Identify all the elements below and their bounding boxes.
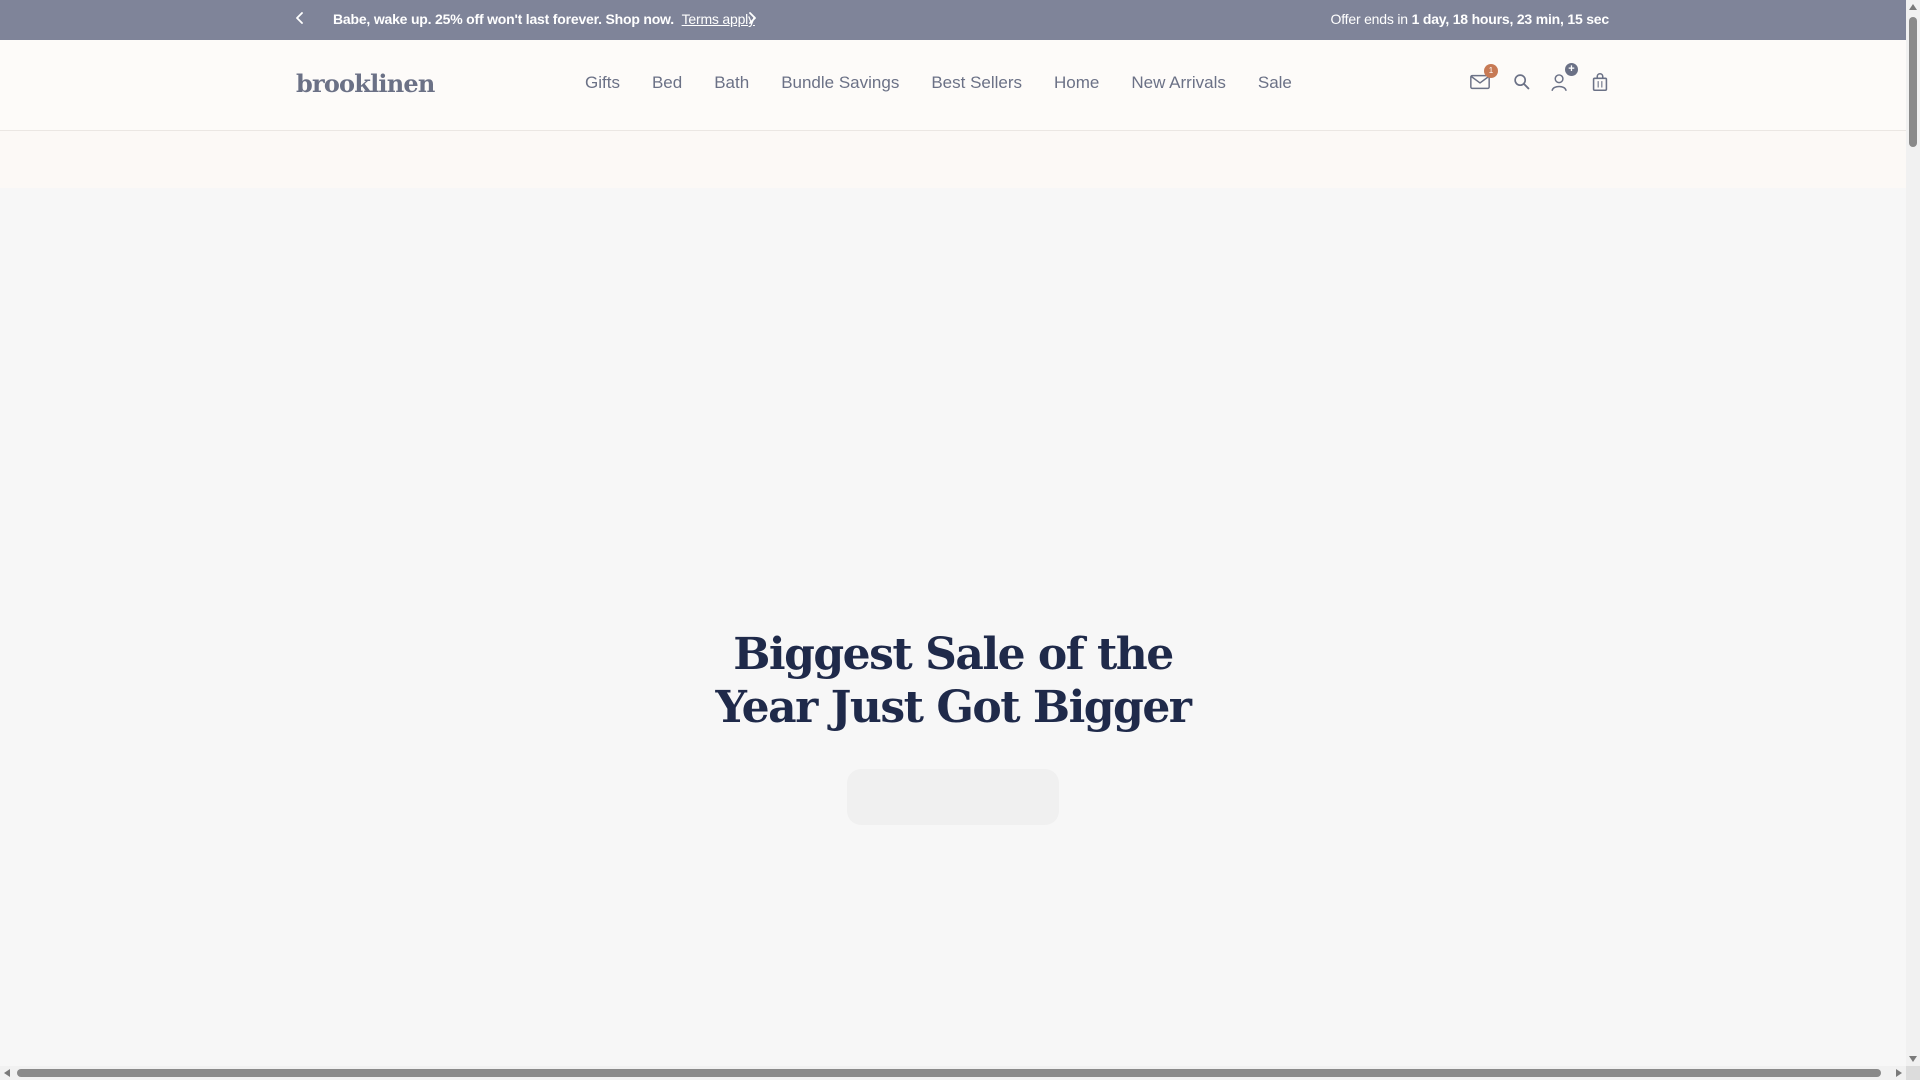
nav-item-bed[interactable]: Bed bbox=[652, 73, 682, 93]
announcement-message: Babe, wake up. 25% off won't last foreve… bbox=[333, 11, 755, 27]
nav-item-sale[interactable]: Sale bbox=[1258, 73, 1292, 93]
horizontal-scrollbar[interactable] bbox=[0, 1066, 1906, 1080]
site-header: brooklinen Gifts Bed Bath Bundle Savings… bbox=[0, 40, 1906, 131]
nav-item-new-arrivals[interactable]: New Arrivals bbox=[1131, 73, 1225, 93]
main-nav: Gifts Bed Bath Bundle Savings Best Selle… bbox=[585, 73, 1324, 93]
vertical-scrollbar[interactable] bbox=[1906, 0, 1920, 1066]
chevron-left-icon bbox=[296, 12, 303, 24]
triangle-left-icon bbox=[4, 1069, 10, 1077]
countdown-timer: 1 day, 18 hours, 23 min, 15 sec bbox=[1411, 11, 1610, 27]
page: Babe, wake up. 25% off won't last foreve… bbox=[0, 0, 1920, 1080]
announcement-prev-button[interactable] bbox=[288, 6, 312, 30]
nav-item-bundle-savings[interactable]: Bundle Savings bbox=[781, 73, 899, 93]
hero-headline-line-2: Year Just Got Bigger bbox=[715, 682, 1193, 733]
search-icon bbox=[1514, 74, 1530, 90]
scroll-up-arrow[interactable] bbox=[1906, 0, 1920, 14]
cart-button[interactable] bbox=[1588, 70, 1612, 94]
vertical-scroll-thumb[interactable] bbox=[1909, 17, 1917, 147]
scrollbar-corner bbox=[1906, 1066, 1920, 1080]
hero-headline: Biggest Sale of the Year Just Got Bigger bbox=[0, 628, 1906, 734]
horizontal-scroll-thumb[interactable] bbox=[17, 1069, 1881, 1077]
nav-item-gifts[interactable]: Gifts bbox=[585, 73, 620, 93]
nav-item-best-sellers[interactable]: Best Sellers bbox=[931, 73, 1022, 93]
nav-item-home[interactable]: Home bbox=[1054, 73, 1099, 93]
mail-badge: 1 bbox=[1484, 64, 1498, 78]
announcement-next-button[interactable] bbox=[740, 6, 764, 30]
promo-subband bbox=[0, 131, 1906, 188]
scroll-down-arrow[interactable] bbox=[1906, 1052, 1920, 1066]
hero-section: Biggest Sale of the Year Just Got Bigger bbox=[0, 188, 1906, 1068]
scroll-right-arrow[interactable] bbox=[1892, 1066, 1906, 1080]
search-button[interactable] bbox=[1510, 70, 1534, 94]
announcement-bar: Babe, wake up. 25% off won't last foreve… bbox=[0, 0, 1906, 40]
header-icons: 1 + bbox=[1468, 63, 1612, 94]
hero-cta-button[interactable] bbox=[847, 769, 1059, 825]
shopping-bag-icon bbox=[1592, 73, 1608, 92]
account-plus-badge: + bbox=[1565, 63, 1578, 76]
triangle-up-icon bbox=[1909, 4, 1917, 10]
brand-logo[interactable]: brooklinen bbox=[296, 69, 435, 98]
offer-prefix: Offer ends in bbox=[1330, 11, 1409, 27]
triangle-down-icon bbox=[1909, 1056, 1917, 1062]
offer-countdown: Offer ends in 1 day, 18 hours, 23 min, 1… bbox=[1330, 11, 1610, 27]
account-button[interactable]: + bbox=[1548, 63, 1578, 94]
mail-button[interactable]: 1 bbox=[1468, 64, 1498, 94]
nav-item-bath[interactable]: Bath bbox=[714, 73, 749, 93]
chevron-right-icon bbox=[749, 12, 756, 24]
triangle-right-icon bbox=[1896, 1069, 1902, 1077]
scroll-left-arrow[interactable] bbox=[0, 1066, 14, 1080]
announcement-text: Babe, wake up. 25% off won't last foreve… bbox=[333, 11, 674, 27]
hero-headline-line-1: Biggest Sale of the bbox=[733, 629, 1174, 680]
